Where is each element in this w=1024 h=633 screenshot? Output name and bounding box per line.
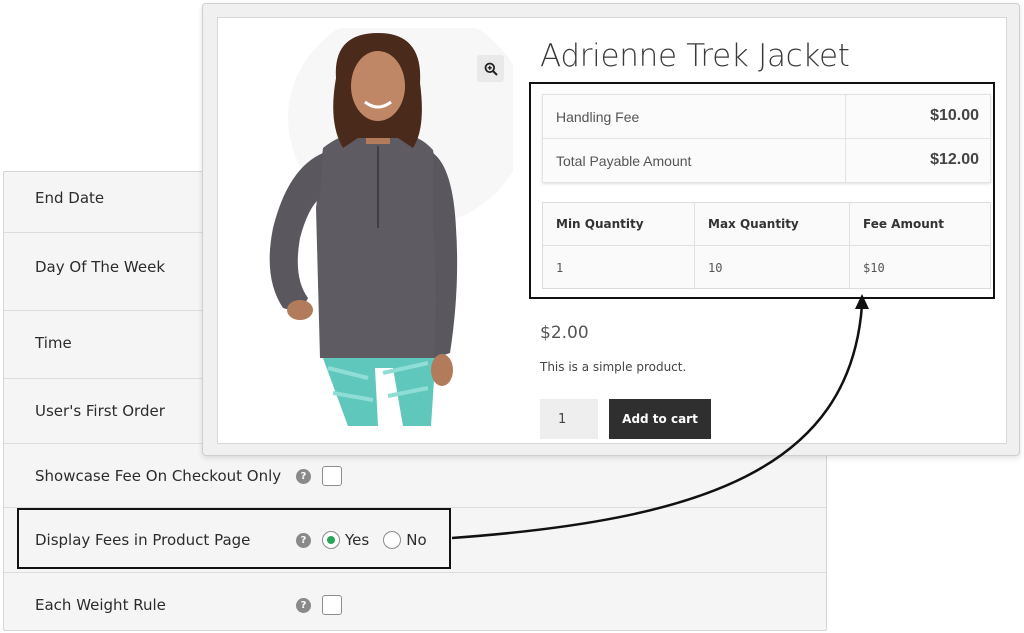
fee-value: $12.00 [930, 151, 979, 168]
product-photo [269, 28, 513, 426]
fee-summary-table: Handling Fee $10.00 Total Payable Amount… [542, 94, 991, 183]
fee-value: $10.00 [930, 107, 979, 124]
fee-label: Total Payable Amount [556, 153, 692, 169]
row-label: Time [35, 334, 72, 352]
row-label: Showcase Fee On Checkout Only [35, 467, 282, 485]
header-fee-amount: Fee Amount [863, 217, 945, 231]
fee-row-handling: Handling Fee $10.00 [543, 95, 990, 139]
add-to-cart-button[interactable]: Add to cart [609, 399, 711, 439]
row-label: Each Weight Rule [35, 596, 166, 614]
weight-rule-checkbox[interactable] [322, 595, 342, 615]
cell-max-quantity: 10 [695, 246, 850, 289]
product-page: Adrienne Trek Jacket Handling Fee $10.00… [217, 17, 1007, 444]
fee-label: Handling Fee [556, 109, 640, 125]
fee-row-total: Total Payable Amount $12.00 [543, 139, 990, 183]
row-label: User's First Order [35, 402, 165, 420]
help-icon[interactable]: ? [296, 469, 311, 484]
fee-details-highlight: Handling Fee $10.00 Total Payable Amount… [529, 82, 995, 299]
product-title: Adrienne Trek Jacket [540, 38, 850, 74]
zoom-in-icon [484, 62, 498, 76]
product-price: $2.00 [540, 323, 589, 343]
zoom-button[interactable] [477, 55, 504, 82]
table-header-row: Min Quantity Max Quantity Fee Amount [543, 203, 990, 246]
display-fees-highlight [17, 508, 451, 569]
quantity-fee-table: Min Quantity Max Quantity Fee Amount 1 1… [542, 202, 991, 289]
help-icon[interactable]: ? [296, 598, 311, 613]
product-card: Adrienne Trek Jacket Handling Fee $10.00… [202, 3, 1020, 456]
header-max-quantity: Max Quantity [695, 203, 850, 245]
header-min-quantity: Min Quantity [543, 203, 695, 245]
row-label: End Date [35, 189, 105, 207]
cell-fee-amount: $10 [863, 260, 885, 275]
showcase-fee-checkbox[interactable] [322, 466, 342, 486]
product-image[interactable] [228, 28, 513, 428]
quantity-input[interactable] [540, 399, 598, 439]
table-row: 1 10 $10 [543, 246, 990, 289]
settings-row-weight-rule: Each Weight Rule ? [4, 573, 826, 631]
row-label: Day Of The Week [35, 258, 166, 276]
product-description: This is a simple product. [540, 360, 687, 374]
cell-min-quantity: 1 [543, 246, 695, 289]
